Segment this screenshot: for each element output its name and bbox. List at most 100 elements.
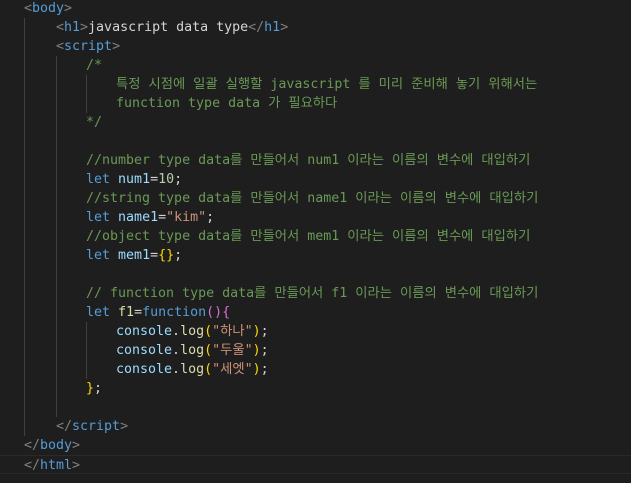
- block-comment-open: /*: [86, 58, 103, 73]
- semicolon: ;: [260, 362, 269, 377]
- indent-guide: [56, 227, 57, 246]
- indent-guide: [56, 303, 57, 322]
- string-literal: "세엣": [212, 362, 253, 377]
- keyword-let: let: [86, 172, 111, 187]
- indent-guide: [24, 246, 25, 265]
- code-line: let mem1={};: [0, 246, 631, 265]
- operator: =: [134, 305, 143, 320]
- code-line: <body>: [0, 0, 631, 18]
- number-literal: 10: [158, 172, 175, 187]
- tag-name: h1: [264, 20, 281, 35]
- tag-name: script: [72, 419, 121, 434]
- tag-bracket: </: [24, 458, 41, 473]
- log-method: log: [180, 362, 205, 377]
- tag-bracket: </: [248, 20, 265, 35]
- line-comment: //number type data를 만들어서 num1 이라는 이름의 변수…: [86, 153, 531, 168]
- operator: =: [158, 210, 167, 225]
- indent-guide: [24, 94, 25, 113]
- semicolon: ;: [206, 210, 215, 225]
- tag-name: script: [64, 39, 113, 54]
- tag-bracket: >: [72, 438, 81, 453]
- code-line: };: [0, 379, 631, 398]
- indent-guide: [56, 398, 57, 417]
- indent-guide: [24, 284, 25, 303]
- indent-guide: [24, 341, 25, 360]
- code-lines: <body> <h1>javascript data type</h1> <sc…: [0, 0, 631, 474]
- code-line-blank: [0, 265, 631, 284]
- indent-guide: [86, 322, 87, 341]
- code-line-blank: [0, 132, 631, 151]
- indent-guide: [24, 265, 25, 284]
- tag-bracket: >: [280, 20, 289, 35]
- console-object: console: [116, 324, 173, 339]
- code-line: let num1=10;: [0, 170, 631, 189]
- tag-name: body: [40, 438, 73, 453]
- code-line: </script>: [0, 417, 631, 436]
- function-brace-open: {: [222, 305, 231, 320]
- block-comment-text: 특정 시점에 일괄 실행할 javascript 를 미리 준비해 놓기 위해서…: [116, 77, 538, 92]
- semicolon: ;: [260, 324, 269, 339]
- code-line: /*: [0, 56, 631, 75]
- indent-guide: [56, 94, 57, 113]
- code-line: 특정 시점에 일괄 실행할 javascript 를 미리 준비해 놓기 위해서…: [0, 75, 631, 94]
- keyword-let: let: [86, 248, 111, 263]
- semicolon: ;: [174, 248, 183, 263]
- indent-guide: [56, 151, 57, 170]
- code-line: //number type data를 만들어서 num1 이라는 이름의 변수…: [0, 151, 631, 170]
- indent-guide: [24, 18, 25, 37]
- code-line-blank: [0, 398, 631, 417]
- paren: ): [252, 324, 261, 339]
- indent-guide: [24, 189, 25, 208]
- indent-guide: [24, 417, 25, 436]
- variable-name: mem1: [118, 248, 151, 263]
- paren: (: [204, 324, 213, 339]
- code-line-current: </html>: [0, 455, 631, 474]
- paren: ): [252, 362, 261, 377]
- tag-bracket: <: [56, 39, 65, 54]
- code-line: //object type data를 만들어서 mem1 이라는 이름의 변수…: [0, 227, 631, 246]
- indent-guide: [24, 208, 25, 227]
- indent-guide: [86, 360, 87, 379]
- block-comment-close: */: [86, 115, 103, 130]
- tag-bracket: >: [112, 39, 121, 54]
- log-method: log: [180, 324, 205, 339]
- indent-guide: [24, 151, 25, 170]
- tag-bracket: >: [64, 1, 73, 16]
- code-line: // function type data를 만들어서 f1 이라는 이름의 변…: [0, 284, 631, 303]
- semicolon: ;: [94, 381, 103, 396]
- indent-guide: [24, 170, 25, 189]
- tag-bracket: >: [120, 419, 129, 434]
- indent-guide: [56, 170, 57, 189]
- code-line: //string type data를 만들어서 name1 이라는 이름의 변…: [0, 189, 631, 208]
- string-literal: "두울": [212, 343, 253, 358]
- code-line: */: [0, 113, 631, 132]
- semicolon: ;: [174, 172, 183, 187]
- indent-guide: [24, 360, 25, 379]
- tag-name: h1: [64, 20, 81, 35]
- code-line: <h1>javascript data type</h1>: [0, 18, 631, 37]
- indent-guide: [24, 303, 25, 322]
- indent-guide: [86, 94, 87, 113]
- line-comment: // function type data를 만들어서 f1 이라는 이름의 변…: [86, 286, 539, 301]
- string-literal: "kim": [166, 210, 207, 225]
- string-literal: "하나": [212, 324, 253, 339]
- code-line: console.log("두울");: [0, 341, 631, 360]
- dot: .: [172, 324, 181, 339]
- semicolon: ;: [260, 343, 269, 358]
- tag-bracket: >: [80, 20, 89, 35]
- indent-guide: [56, 189, 57, 208]
- paren: ): [252, 343, 261, 358]
- indent-guide: [56, 208, 57, 227]
- code-line: let name1="kim";: [0, 208, 631, 227]
- indent-guide: [56, 284, 57, 303]
- line-comment: //string type data를 만들어서 name1 이라는 이름의 변…: [86, 191, 539, 206]
- code-line: console.log("세엣");: [0, 360, 631, 379]
- indent-guide: [56, 322, 57, 341]
- keyword-function: function: [142, 305, 207, 320]
- dot: .: [172, 343, 181, 358]
- indent-guide: [24, 379, 25, 398]
- code-editor[interactable]: <body> <h1>javascript data type</h1> <sc…: [0, 0, 631, 483]
- console-object: console: [116, 343, 173, 358]
- indent-guide: [56, 246, 57, 265]
- indent-guide: [56, 113, 57, 132]
